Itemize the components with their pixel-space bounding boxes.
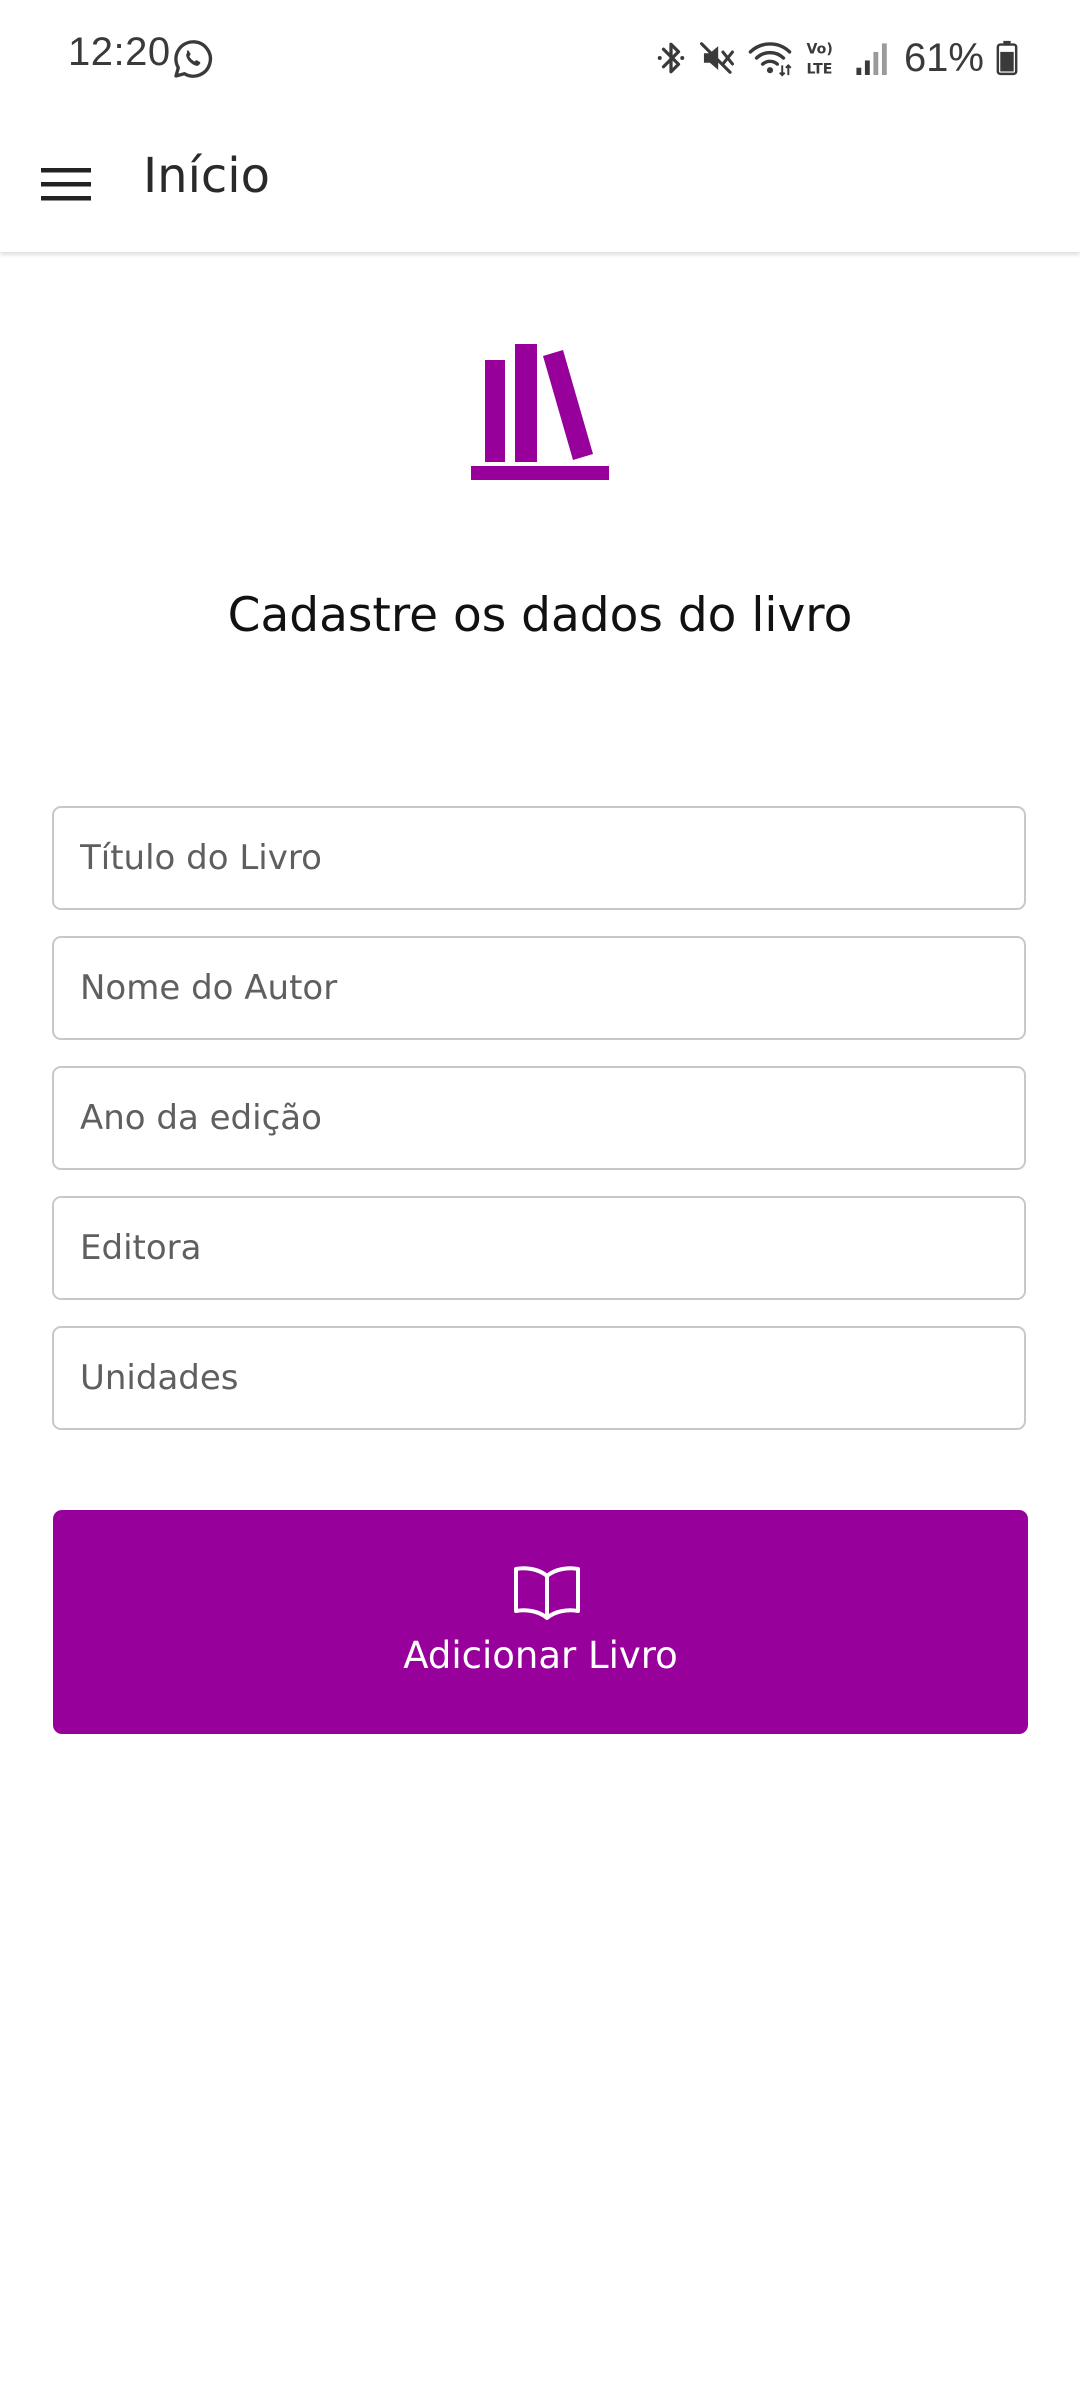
- status-bar: 12:20 Vo) LTE 61%: [0, 0, 1080, 116]
- wifi-icon: [748, 42, 792, 77]
- status-time: 12:20: [68, 30, 171, 74]
- bluetooth-icon: [657, 42, 685, 74]
- battery-icon: [996, 40, 1018, 76]
- signal-icon: [856, 43, 887, 75]
- app-bar: Início: [0, 116, 1080, 252]
- units-input[interactable]: [52, 1326, 1026, 1430]
- menu-button[interactable]: [30, 154, 102, 214]
- open-book-icon: [514, 1566, 580, 1620]
- author-name-input[interactable]: [52, 936, 1026, 1040]
- svg-text:Vo): Vo): [806, 41, 832, 57]
- status-icons: Vo) LTE 61%: [656, 32, 1018, 84]
- publisher-input[interactable]: [52, 1196, 1026, 1300]
- form-heading: Cadastre os dados do livro: [227, 588, 853, 643]
- battery-percent: 61%: [903, 35, 984, 80]
- book-title-input[interactable]: [52, 806, 1026, 910]
- hamburger-menu-icon: [41, 168, 91, 201]
- bookshelf-icon: [471, 344, 609, 480]
- whatsapp-icon: [174, 40, 213, 78]
- edition-year-input[interactable]: [52, 1066, 1026, 1170]
- add-book-button-label: Adicionar Livro: [403, 1634, 678, 1677]
- mute-icon: [699, 42, 734, 74]
- add-book-button[interactable]: Adicionar Livro: [53, 1510, 1028, 1734]
- volte-icon: Vo) LTE: [806, 41, 832, 77]
- page-title: Início: [143, 148, 271, 204]
- svg-text:LTE: LTE: [806, 61, 832, 77]
